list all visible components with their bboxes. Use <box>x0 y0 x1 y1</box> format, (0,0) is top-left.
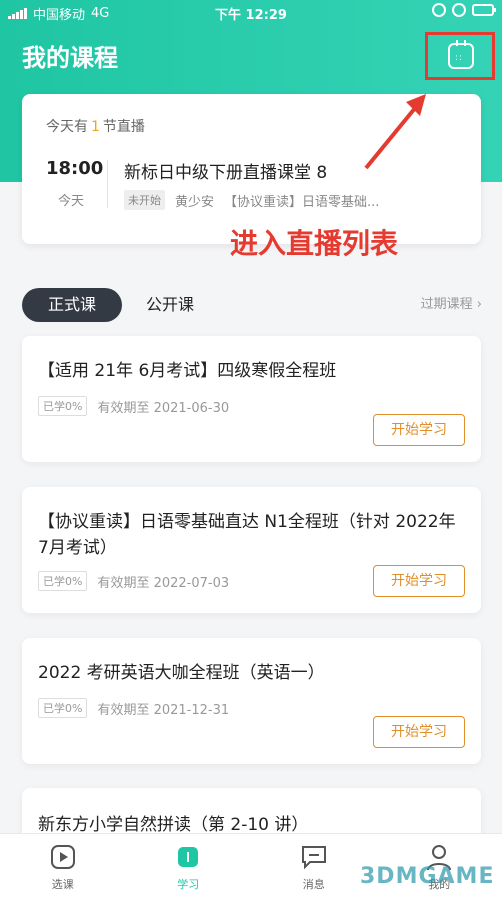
live-count: 今天有 1 节直播 <box>46 119 145 135</box>
play-icon <box>50 845 75 869</box>
study-icon <box>178 847 199 867</box>
course-title: 2022 考研英语大咖全程班（英语一） <box>38 663 325 683</box>
nav-label: 消息 <box>302 878 325 891</box>
course-tabs: 正式课 公开课 过期课程 › <box>22 288 482 322</box>
live-day: 今天 <box>58 194 85 209</box>
message-icon <box>301 846 326 870</box>
live-course: 【协议重读】日语零基础... <box>224 194 380 210</box>
live-title[interactable]: 新标日中级下册直播课堂 8 <box>124 158 327 183</box>
live-meta: 未开始 黄少安 【协议重读】日语零基础... <box>124 190 464 210</box>
start-learning-button[interactable]: 开始学习 <box>373 716 465 748</box>
course-title: 【协议重读】日语零基础直达 N1全程班（针对 2022年7月考试） <box>38 512 456 558</box>
start-learning-button[interactable]: 开始学习 <box>373 565 465 597</box>
course-card[interactable]: 2022 考研英语大咖全程班（英语一） 已学0% 有效期至 2021-12-31… <box>22 638 481 764</box>
tab-formal[interactable]: 正式课 <box>22 288 122 322</box>
course-meta: 已学0% 有效期至 2021-06-30 <box>38 396 229 416</box>
status-bar: 中国移动 4G 下午 12:29 <box>0 0 502 24</box>
annotation-text: 进入直播列表 <box>230 227 399 260</box>
nav-item-messages[interactable]: 消息 <box>251 834 377 900</box>
start-learning-button[interactable]: 开始学习 <box>373 414 465 446</box>
expiry-date: 有效期至 2022-07-03 <box>97 575 230 591</box>
annotation-arrow-icon <box>364 94 426 170</box>
expired-courses-link[interactable]: 过期课程 › <box>421 288 482 322</box>
nav-label: 学习 <box>177 878 200 891</box>
battery-icon <box>472 4 496 16</box>
course-title: 【适用 21年 6月考试】四级寒假全程班 <box>38 361 337 381</box>
nav-item-select[interactable]: 选课 <box>0 834 126 900</box>
live-status-badge: 未开始 <box>124 190 165 210</box>
tab-public[interactable]: 公开课 <box>146 288 194 322</box>
chevron-right-icon: › <box>476 297 482 312</box>
live-schedule-highlight: :: <box>425 32 495 80</box>
course-meta: 已学0% 有效期至 2021-12-31 <box>38 698 229 718</box>
progress-badge: 已学0% <box>38 698 88 718</box>
progress-badge: 已学0% <box>38 571 88 591</box>
rotation-lock-icon <box>432 3 446 17</box>
clock: 下午 12:29 <box>215 8 287 23</box>
course-meta: 已学0% 有效期至 2022-07-03 <box>38 571 229 591</box>
course-card[interactable]: 【协议重读】日语零基础直达 N1全程班（针对 2022年7月考试） 已学0% 有… <box>22 487 481 613</box>
page-title: 我的课程 <box>22 44 118 72</box>
course-card[interactable]: 【适用 21年 6月考试】四级寒假全程班 已学0% 有效期至 2021-06-3… <box>22 336 481 462</box>
expiry-date: 有效期至 2021-06-30 <box>97 400 230 416</box>
watermark: 3DMGAME <box>360 864 495 889</box>
live-time: 18:00 <box>46 158 104 179</box>
alarm-icon <box>452 3 466 17</box>
expiry-date: 有效期至 2021-12-31 <box>97 702 230 718</box>
calendar-icon[interactable]: :: <box>448 40 474 69</box>
nav-item-study[interactable]: 学习 <box>126 834 252 900</box>
divider <box>107 160 108 208</box>
live-teacher: 黄少安 <box>175 194 215 210</box>
nav-label: 选课 <box>51 878 74 891</box>
progress-badge: 已学0% <box>38 396 88 416</box>
